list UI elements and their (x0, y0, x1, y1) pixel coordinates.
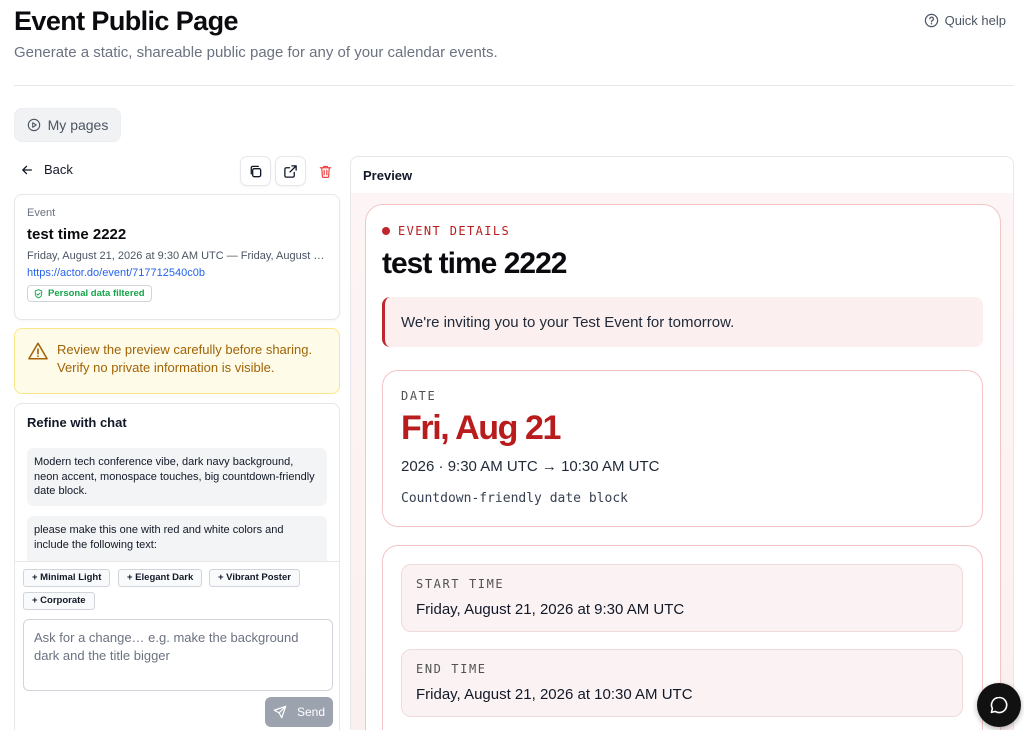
chat-message: Modern tech conference vibe, dark navy b… (27, 448, 327, 506)
preview-event-title: test time 2222 (382, 247, 567, 280)
times-block: START TIME Friday, August 21, 2026 at 9:… (382, 545, 983, 730)
event-url-link[interactable]: https://actor.do/event/717712540c0b (27, 267, 327, 279)
play-circle-icon (27, 118, 40, 132)
end-time-box: END TIME Friday, August 21, 2026 at 10:3… (401, 649, 963, 717)
big-date: Fri, Aug 21 (401, 409, 561, 447)
invitation-quote: We're inviting you to your Test Event fo… (382, 297, 983, 347)
send-label: Send (296, 705, 326, 719)
support-chat-button[interactable] (977, 683, 1021, 727)
chat-title: Refine with chat (27, 415, 127, 430)
review-warning: Review the preview carefully before shar… (14, 328, 340, 394)
date-label: DATE (401, 389, 437, 403)
warning-line-2: Verify no private information is visible… (57, 360, 275, 375)
chip-vibrant-poster[interactable]: + Vibrant Poster (209, 569, 300, 587)
end-time-value: Friday, August 21, 2026 at 10:30 AM UTC (416, 686, 693, 703)
trash-icon (319, 165, 331, 178)
arrow-left-icon (22, 165, 33, 174)
refine-chat-panel: Refine with chat Modern tech conference … (14, 403, 340, 730)
red-dot-icon (382, 227, 390, 235)
warning-line-1: Review the preview carefully before shar… (57, 342, 313, 357)
page-subtitle: Generate a static, shareable public page… (14, 44, 498, 61)
event-datetime: Friday, August 21, 2026 at 9:30 AM UTC —… (27, 250, 327, 262)
delete-button[interactable] (315, 161, 335, 181)
start-time-label: START TIME (416, 577, 505, 591)
quick-help-button[interactable]: Quick help (924, 13, 1006, 28)
shield-check-icon (34, 288, 43, 298)
start-time-box: START TIME Friday, August 21, 2026 at 9:… (401, 564, 963, 632)
back-label: Back (44, 162, 73, 177)
privacy-badge: Personal data filtered (27, 285, 152, 302)
copy-button[interactable] (240, 156, 271, 186)
event-details-eyebrow: EVENT DETAILS (382, 224, 510, 238)
my-pages-label: My pages (47, 117, 109, 133)
page-title: Event Public Page (14, 6, 238, 36)
editor-toolbar: Back (14, 156, 340, 186)
chat-message: please make this one with red and white … (27, 516, 327, 562)
chip-minimal-light[interactable]: + Minimal Light (23, 569, 111, 587)
event-title: test time 2222 (27, 226, 127, 243)
date-time-range: 2026 · 9:30 AM UTC → 10:30 AM UTC (401, 458, 660, 475)
preview-panel: Preview EVENT DETAILS test time 2222 We'… (350, 156, 1014, 730)
date-block: DATE Fri, Aug 21 2026 · 9:30 AM UTC → 10… (382, 370, 983, 527)
end-time-label: END TIME (416, 662, 487, 676)
chat-divider (15, 561, 339, 562)
copy-icon (250, 165, 262, 177)
date-block-caption: Countdown-friendly date block (401, 491, 628, 506)
back-button[interactable]: Back (20, 162, 73, 177)
alert-triangle-icon (28, 342, 48, 360)
quick-help-label: Quick help (944, 13, 1006, 28)
privacy-badge-label: Personal data filtered (48, 288, 145, 299)
chip-elegant-dark[interactable]: + Elegant Dark (118, 569, 203, 587)
start-time-value: Friday, August 21, 2026 at 9:30 AM UTC (416, 601, 685, 618)
public-page-card: EVENT DETAILS test time 2222 We're invit… (365, 204, 1001, 730)
warning-text: Review the preview carefully before shar… (57, 341, 312, 381)
chat-input[interactable] (23, 619, 333, 691)
preview-canvas[interactable]: EVENT DETAILS test time 2222 We're invit… (351, 193, 1013, 730)
help-circle-icon (924, 13, 938, 28)
event-label: Event (27, 207, 56, 219)
my-pages-button[interactable]: My pages (14, 108, 121, 142)
event-summary-card: Event test time 2222 Friday, August 21, … (14, 194, 340, 320)
editor-column: Back Event test time 2222 Friday, August… (14, 156, 340, 730)
chip-corporate[interactable]: + Corporate (23, 592, 95, 610)
send-button[interactable]: Send (265, 697, 333, 727)
open-external-button[interactable] (275, 156, 306, 186)
send-icon (273, 705, 287, 719)
eyebrow-label: EVENT DETAILS (398, 224, 511, 238)
chat-bubble-icon (990, 696, 1008, 714)
header-divider (14, 85, 1014, 86)
external-link-icon (284, 164, 297, 178)
preview-header: Preview (363, 168, 413, 183)
